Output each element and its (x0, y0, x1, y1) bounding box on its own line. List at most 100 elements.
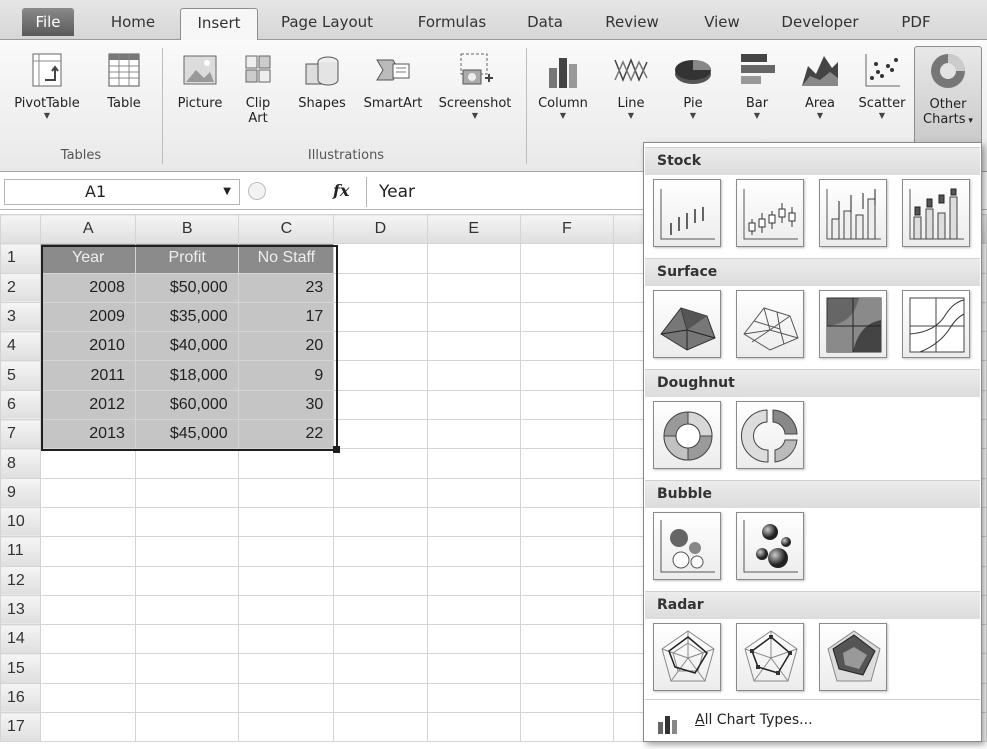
row-header[interactable]: 11 (0, 536, 42, 567)
formula-bar-expand-handle[interactable] (248, 182, 266, 200)
cell[interactable] (333, 389, 428, 421)
cell[interactable] (519, 594, 615, 626)
cell[interactable]: $50,000 (134, 272, 240, 303)
cell[interactable] (333, 477, 428, 508)
row-header[interactable]: 2 (0, 272, 42, 303)
surface-wireframe-chart-button[interactable] (736, 290, 804, 358)
cell[interactable] (333, 624, 428, 655)
cell[interactable] (519, 653, 615, 684)
cell[interactable] (238, 682, 335, 714)
row-header[interactable]: 6 (0, 389, 42, 421)
table-button[interactable]: Table (96, 50, 152, 111)
row-header[interactable]: 14 (0, 624, 42, 655)
pivottable-button[interactable]: PivotTable ▼ (6, 50, 88, 121)
tab-developer[interactable]: Developer (770, 8, 870, 36)
cell[interactable] (333, 653, 428, 684)
contour-chart-button[interactable] (819, 290, 887, 358)
cell[interactable] (333, 594, 428, 626)
tab-page-layout[interactable]: Page Layout (272, 8, 382, 36)
cell[interactable]: $18,000 (134, 360, 240, 391)
cell[interactable] (519, 506, 615, 538)
cell[interactable] (426, 682, 521, 714)
cell[interactable]: $40,000 (134, 331, 240, 362)
row-header[interactable]: 15 (0, 653, 42, 684)
cell[interactable]: 30 (238, 389, 335, 421)
cell[interactable] (333, 565, 428, 596)
cell[interactable] (238, 594, 335, 626)
scatter-chart-button[interactable]: Scatter ▼ (854, 50, 910, 121)
cell[interactable] (238, 624, 335, 655)
line-chart-button[interactable]: Line ▼ (604, 50, 658, 121)
cell[interactable] (426, 624, 521, 655)
cell[interactable] (426, 301, 521, 333)
column-header[interactable]: E (426, 214, 521, 245)
cell[interactable] (40, 536, 136, 567)
cell[interactable] (40, 653, 136, 684)
column-header[interactable]: D (333, 214, 428, 245)
cell[interactable] (426, 536, 521, 567)
cell[interactable] (519, 389, 615, 421)
cell[interactable] (333, 506, 428, 538)
cell[interactable] (426, 712, 521, 743)
cell[interactable] (134, 536, 240, 567)
cell[interactable] (40, 624, 136, 655)
picture-button[interactable]: Picture (170, 50, 230, 111)
cell-a1[interactable]: Year (40, 243, 136, 274)
cell[interactable] (519, 448, 615, 479)
cell[interactable]: 2010 (40, 331, 136, 362)
cell[interactable]: 17 (238, 301, 335, 333)
cell[interactable] (134, 565, 240, 596)
smartart-button[interactable]: SmartArt (356, 50, 430, 111)
tab-home[interactable]: Home (100, 8, 166, 36)
row-header[interactable]: 7 (0, 419, 42, 450)
cell[interactable] (134, 477, 240, 508)
all-chart-types-link[interactable]: All Chart Types... (645, 699, 980, 739)
tab-data[interactable]: Data (520, 8, 570, 36)
tab-file[interactable]: File (22, 8, 74, 36)
shapes-button[interactable]: Shapes (292, 50, 352, 111)
cell[interactable] (40, 477, 136, 508)
cell[interactable] (238, 712, 335, 743)
cell[interactable] (333, 448, 428, 479)
select-all-corner[interactable] (0, 214, 42, 245)
cell[interactable] (519, 331, 615, 362)
cell[interactable] (426, 360, 521, 391)
row-header[interactable]: 3 (0, 301, 42, 333)
cell[interactable] (40, 565, 136, 596)
cell[interactable]: $45,000 (134, 419, 240, 450)
cell[interactable] (426, 565, 521, 596)
cell[interactable] (134, 448, 240, 479)
radar-chart-button[interactable] (653, 623, 721, 691)
cell[interactable] (333, 712, 428, 743)
cell[interactable] (426, 477, 521, 508)
stock-volume-ohlc-chart-button[interactable] (902, 179, 970, 247)
cell[interactable] (134, 624, 240, 655)
cell[interactable] (426, 506, 521, 538)
screenshot-button[interactable]: Screenshot ▼ (430, 50, 520, 121)
cell[interactable] (519, 536, 615, 567)
cell[interactable]: $35,000 (134, 301, 240, 333)
tab-pdf[interactable]: PDF (886, 8, 946, 36)
cell[interactable] (134, 712, 240, 743)
cell[interactable] (519, 301, 615, 333)
cell[interactable] (40, 682, 136, 714)
area-chart-button[interactable]: Area ▼ (792, 50, 848, 121)
cell[interactable] (426, 243, 521, 274)
cell[interactable] (426, 331, 521, 362)
column-chart-button[interactable]: Column ▼ (532, 50, 594, 121)
row-header[interactable]: 9 (0, 477, 42, 508)
cell[interactable] (134, 682, 240, 714)
cell-c1[interactable]: No Staff (238, 243, 335, 274)
other-charts-button[interactable]: Other Charts ▾ (914, 46, 982, 148)
column-header[interactable]: C (238, 214, 335, 245)
column-header[interactable]: F (519, 214, 615, 245)
cell[interactable] (519, 243, 615, 274)
bubble-chart-button[interactable] (653, 512, 721, 580)
tab-review[interactable]: Review (592, 8, 672, 36)
filled-radar-chart-button[interactable] (819, 623, 887, 691)
cell[interactable] (40, 448, 136, 479)
cell[interactable]: 20 (238, 331, 335, 362)
row-header[interactable]: 1 (0, 243, 42, 274)
cell[interactable] (40, 594, 136, 626)
cell[interactable] (519, 272, 615, 303)
